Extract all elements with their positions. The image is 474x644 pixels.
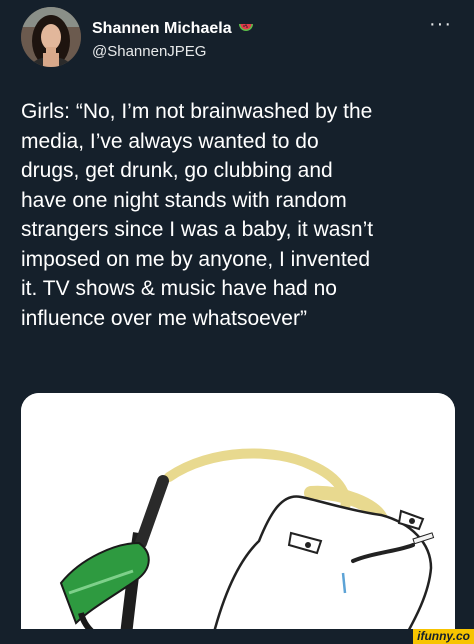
avatar[interactable] bbox=[21, 7, 81, 67]
tweet-header: Shannen Michaela @ShannenJPEG ··· bbox=[0, 0, 474, 80]
tweet-line: it. TV shows & music have had no bbox=[21, 277, 337, 300]
handle[interactable]: @ShannenJPEG bbox=[92, 43, 206, 60]
bottom-bar bbox=[0, 629, 474, 644]
tweet-line: strangers since I was a baby, it wasn’t bbox=[21, 218, 374, 241]
tweet-line: drugs, get drunk, go clubbing and bbox=[21, 159, 333, 182]
tweet-line: imposed on me by anyone, I invented bbox=[21, 247, 371, 271]
tweet-line: Girls: “No, I’m not brainwashed by the bbox=[21, 100, 373, 123]
tweet-media-image[interactable] bbox=[21, 393, 455, 644]
tweet-line: media, I’ve always wanted to do bbox=[21, 129, 319, 153]
profile-photo-icon bbox=[21, 7, 81, 67]
name-row: Shannen Michaela bbox=[92, 20, 254, 38]
fuel-nozzle-meme-icon bbox=[21, 393, 455, 644]
tweet-text: Girls: “No, I’m not brainwashed by the m… bbox=[21, 97, 461, 333]
ifunny-watermark: ifunny.co bbox=[413, 629, 474, 644]
display-name[interactable]: Shannen Michaela bbox=[92, 20, 232, 38]
tweet-line: influence over me whatsoever” bbox=[21, 306, 307, 330]
watermelon-icon bbox=[238, 24, 253, 31]
more-options-icon[interactable]: ··· bbox=[429, 13, 452, 36]
tweet-line: have one night stands with random bbox=[21, 188, 347, 212]
